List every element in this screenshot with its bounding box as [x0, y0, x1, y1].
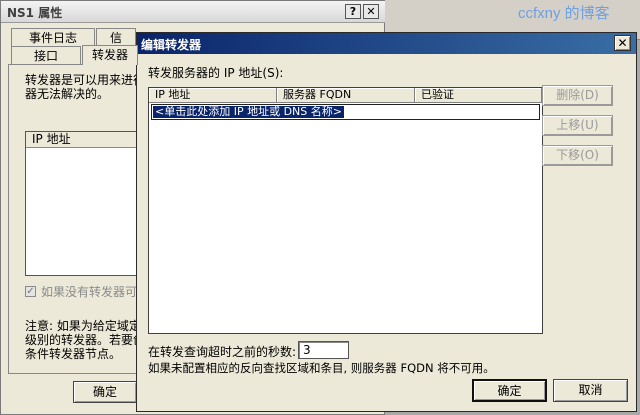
tab-partial[interactable]: 信	[96, 28, 136, 46]
forwarders-description-1: 转发器是可以用来进行	[25, 73, 146, 87]
ip-address-column-header[interactable]: IP 地址	[26, 132, 139, 148]
ok-button[interactable]: 确定	[472, 379, 547, 402]
remove-button[interactable]: 删除(D)	[542, 85, 613, 106]
note-line-1: 注意: 如果为给定域定	[25, 319, 141, 333]
no-forwarder-label: 如果没有转发器可用	[41, 285, 150, 299]
column-ip-address[interactable]: IP 地址	[149, 88, 277, 103]
properties-close-button[interactable]: ✕	[363, 4, 379, 19]
fqdn-info-text: 如果未配置相应的反向查找区域和条目, 则服务器 FQDN 将不可用。	[148, 361, 495, 375]
forwarding-servers-label: 转发服务器的 IP 地址(S):	[148, 66, 284, 80]
forwarders-description-2: 器无法解决的。	[25, 87, 110, 101]
properties-ok-button[interactable]: 确定	[73, 381, 137, 403]
properties-titlebar: NS1 属性 ? ✕	[1, 1, 386, 23]
add-server-placeholder[interactable]: <单击此处添加 IP 地址或 DNS 名称>	[153, 106, 344, 118]
forwarding-servers-list[interactable]: IP 地址 服务器 FQDN 已验证 <单击此处添加 IP 地址或 DNS 名称…	[148, 87, 543, 334]
edit-forwarders-titlebar: 编辑转发器 ✕	[137, 33, 636, 54]
move-up-button[interactable]: 上移(U)	[542, 115, 613, 136]
forwarders-ip-list[interactable]: IP 地址	[25, 131, 140, 276]
move-down-button[interactable]: 下移(O)	[542, 145, 613, 166]
close-button[interactable]: ✕	[614, 35, 631, 51]
column-verified[interactable]: 已验证	[415, 88, 542, 103]
add-server-row[interactable]: <单击此处添加 IP 地址或 DNS 名称>	[151, 104, 540, 120]
edit-forwarders-title: 编辑转发器	[141, 38, 202, 52]
tab-interfaces[interactable]: 接口	[11, 46, 81, 65]
column-server-fqdn[interactable]: 服务器 FQDN	[277, 88, 415, 103]
tab-event-log[interactable]: 事件日志	[11, 28, 95, 46]
note-line-3: 条件转发器节点。	[25, 347, 122, 361]
timeout-input[interactable]: 3	[298, 341, 349, 359]
properties-title: NS1 属性	[7, 6, 63, 20]
no-forwarder-checkbox[interactable]: ✓	[25, 286, 36, 297]
timeout-label: 在转发查询超时之前的秒数:	[148, 345, 297, 359]
help-button[interactable]: ?	[345, 4, 361, 19]
tab-forwarders[interactable]: 转发器	[82, 45, 138, 65]
cancel-button[interactable]: 取消	[553, 379, 628, 402]
watermark: ccfxny 的博客	[518, 5, 610, 22]
note-line-2: 级别的转发器。若要创	[25, 333, 146, 347]
edit-forwarders-dialog: 编辑转发器 ✕ 转发服务器的 IP 地址(S): IP 地址 服务器 FQDN …	[136, 32, 637, 412]
